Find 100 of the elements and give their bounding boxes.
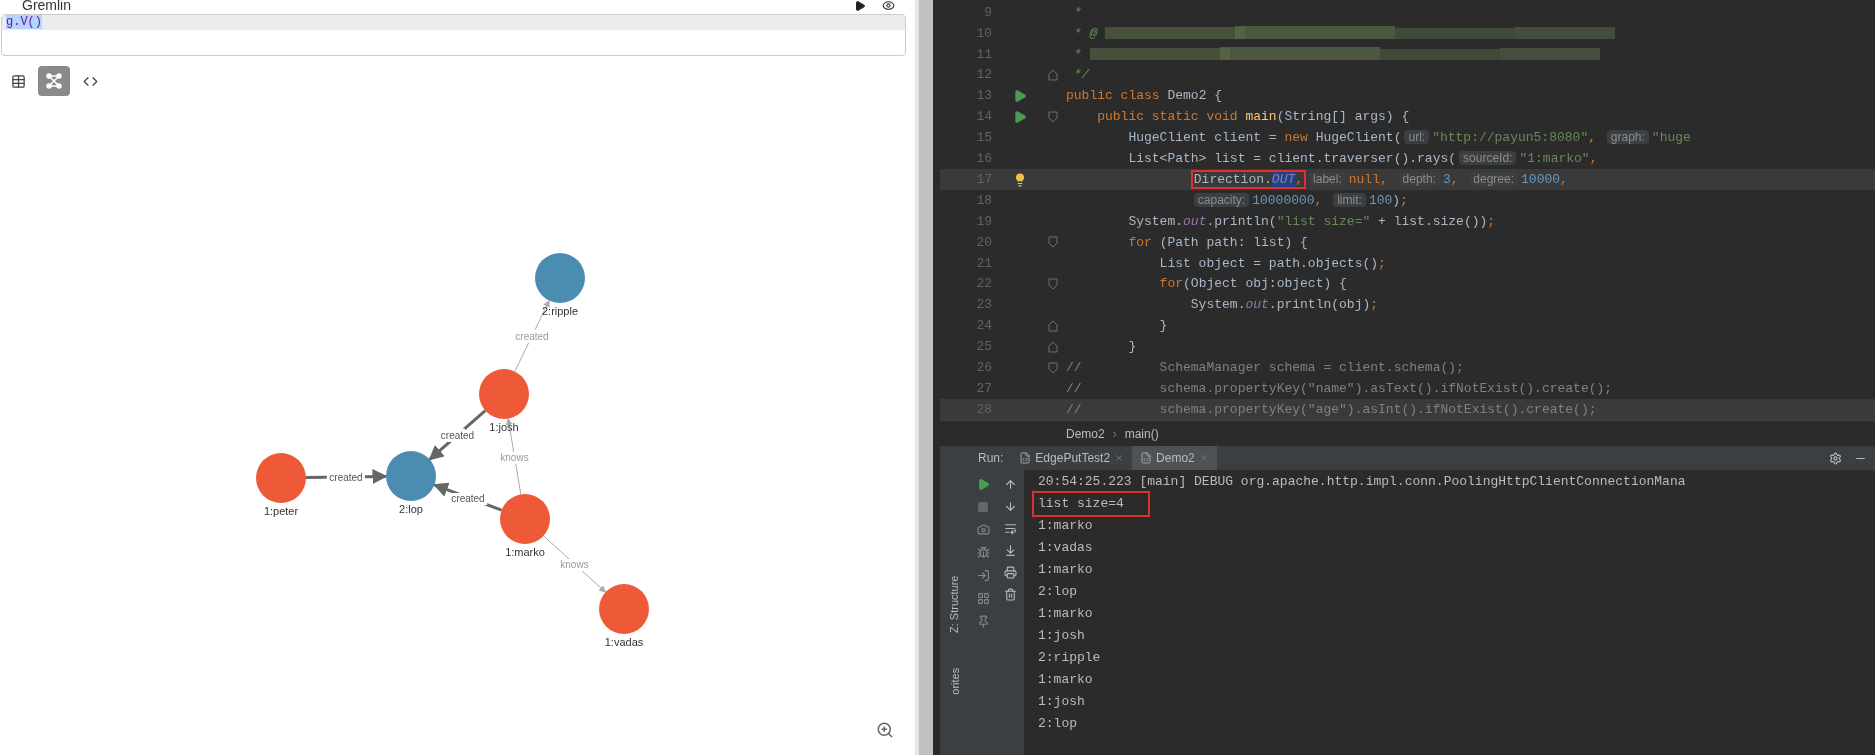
parameter-hint: sourceId: [1459,151,1517,166]
graph-node[interactable] [599,584,649,634]
run-label: Run: [977,450,1005,467]
code-token: , [1560,171,1568,187]
code-token: 100 [1368,192,1393,208]
trash-icon[interactable] [1003,588,1017,601]
line-number: 16 [975,150,993,169]
side-tab[interactable]: orites [946,667,964,695]
code-token: .println(obj) [1268,297,1371,313]
code-token: HugeClient( [1315,130,1402,146]
console-line: 1:marko [1038,517,1093,536]
node-label: 1:vadas [604,636,644,648]
file-icon [1019,452,1032,464]
code-token: } [1127,339,1137,355]
code-token: Demo2 { [1167,88,1223,104]
layout-icon[interactable] [976,592,990,605]
graph-node[interactable] [479,369,529,419]
line-number: 18 [975,191,993,210]
camera-icon[interactable] [976,523,990,536]
line-number: 10 [975,24,993,43]
console-line: 1:marko [1038,561,1093,580]
run-icon[interactable] [1013,110,1027,124]
line-number: 9 [983,3,993,22]
arrow-up-icon[interactable] [1003,478,1017,491]
code-token: * [1072,46,1082,62]
eye-icon[interactable] [882,0,895,12]
code-token: "list size=" [1276,213,1371,229]
code-token: // SchemaManager schema = client.schema(); [1066,360,1464,376]
code-token: ) [1392,192,1401,208]
code-token: * [1072,4,1082,20]
code-token: , [1588,130,1597,146]
breadcrumb-item[interactable]: Demo2 [1066,424,1105,443]
code-token: "huge [1651,130,1691,146]
settings-icon[interactable] [1829,451,1842,465]
arrow-down-icon[interactable] [1003,500,1017,513]
code-token: List<Path> list = client.traverser().rays( [1127,151,1457,167]
fold-icon[interactable] [1048,361,1058,374]
run-tab[interactable]: Demo2 [1132,446,1217,470]
scroll-end-icon[interactable] [1003,544,1017,557]
line-number: 14 [975,108,993,127]
parameter-hint: depth: [1398,171,1440,186]
bug-icon[interactable] [976,546,990,559]
code-token: out [1245,297,1269,313]
graph-node[interactable] [256,453,306,503]
code-token: (Path path: list) { [1159,234,1308,250]
code-token: ; [1378,255,1386,271]
code-token: , [1295,171,1304,187]
table-icon [10,73,26,89]
fold-icon[interactable] [1048,278,1058,291]
pin-icon[interactable] [976,615,990,628]
scrollbar[interactable] [919,0,933,755]
line-number: 25 [975,338,993,357]
stop-icon[interactable] [977,501,989,513]
console-line: 20:54:25.223 [main] DEBUG org.apache.http.impl.conn.PoolingHttpClientConnectionMana [1038,473,1686,492]
close-icon[interactable] [1114,453,1125,463]
side-tab[interactable]: Z: Structure [946,575,964,633]
node-label: 2:ripple [541,305,579,317]
login-icon[interactable] [976,569,990,582]
code-token: , [1589,151,1598,167]
play-icon[interactable] [854,0,866,12]
wrap-icon[interactable] [1003,522,1017,535]
breadcrumb-separator: › [1112,425,1117,443]
zoom-in-icon[interactable] [876,721,894,739]
line-number: 15 [975,129,993,148]
code-token: HugeClient client = [1127,130,1278,146]
line-number: 20 [975,233,993,252]
run-icon[interactable] [976,478,990,491]
fold-icon[interactable] [1048,320,1058,333]
graph-node[interactable] [386,451,436,501]
print-icon[interactable] [1003,566,1017,579]
code-token: , [1314,192,1324,208]
code-token: 10000 [1521,171,1561,187]
code-token: main [1245,109,1277,125]
fold-icon[interactable] [1048,69,1058,82]
fold-icon[interactable] [1048,340,1058,353]
code-token: System. [1189,297,1246,313]
code-token: "1:marko" [1519,151,1590,167]
run-tab[interactable]: EdgePutTest2 [1011,446,1133,470]
code-token: public class [1066,88,1161,104]
line-number: 27 [975,380,993,398]
breadcrumb-item[interactable]: main() [1124,424,1159,443]
line-number: 23 [975,296,993,315]
graph-node[interactable] [500,494,550,544]
console-line: 2:lop [1038,715,1077,734]
lightbulb-icon[interactable] [1013,172,1027,187]
code-token: List object = path.objects() [1158,255,1379,271]
fold-icon[interactable] [1048,111,1058,123]
query-editor[interactable]: g.V() [1,14,906,56]
parameter-hint: url: [1404,130,1430,145]
graph-node[interactable] [535,253,585,303]
code-token: ; [1370,297,1379,313]
code-token: for [1127,234,1153,250]
fold-icon[interactable] [1048,236,1058,249]
code-token: null, [1348,171,1389,187]
code-token: .println( [1206,213,1277,229]
code-token: (Object obj:object) { [1183,276,1347,292]
run-icon[interactable] [1013,89,1027,104]
code-token: Direction. [1193,171,1272,187]
console-line: 1:marko [1038,671,1093,690]
console-line: 2:lop [1038,583,1077,602]
